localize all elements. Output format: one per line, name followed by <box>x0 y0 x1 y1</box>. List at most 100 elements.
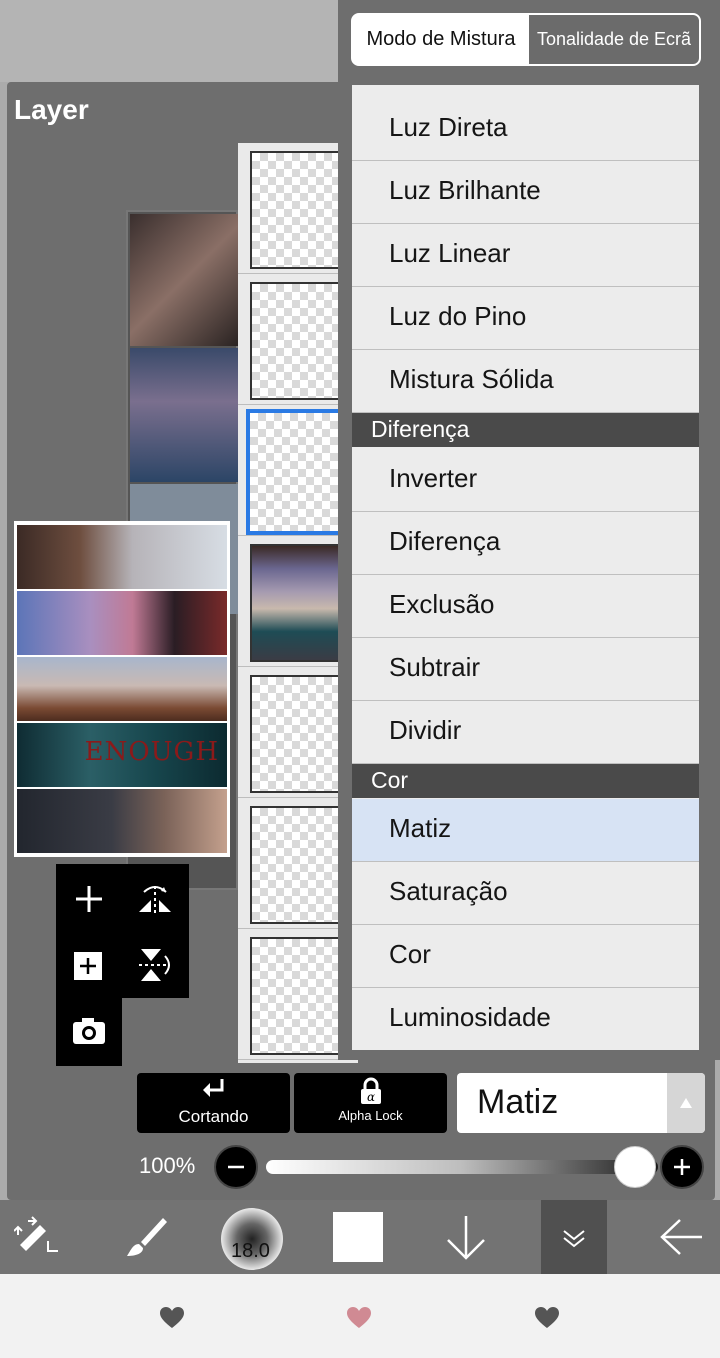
blend-option[interactable]: Saturação <box>352 862 699 925</box>
arrow-down-icon <box>447 1216 485 1260</box>
blend-option-label: Cor <box>389 939 431 969</box>
flip-horizontal-button[interactable] <box>122 866 188 932</box>
opacity-slider-handle[interactable] <box>614 1146 656 1188</box>
dropdown-pointer <box>574 1060 590 1070</box>
back-button[interactable] <box>645 1200 717 1274</box>
blend-option-label: Luz do Pino <box>389 301 527 331</box>
blend-option-label: Diferença <box>389 526 501 556</box>
alpha-lock-icon: α <box>360 1077 381 1104</box>
blend-option-label: Subtrair <box>389 652 481 682</box>
flip-horizontal-icon <box>139 886 171 914</box>
camera-icon <box>73 1018 105 1044</box>
blend-option[interactable]: Inverter <box>352 449 699 512</box>
thumb-band-3 <box>17 657 227 721</box>
plus-icon <box>76 886 102 912</box>
tab-screen-tone[interactable]: Tonalidade de Ecrã <box>529 15 699 64</box>
preview-portrait <box>130 214 238 346</box>
blend-option-label: Luminosidade <box>389 1002 551 1032</box>
layer-panel-toggle-button[interactable] <box>541 1200 607 1274</box>
blend-option[interactable]: Cor <box>352 925 699 988</box>
blend-option[interactable]: Luz Brilhante <box>352 161 699 224</box>
color-swatch-button[interactable] <box>332 1200 384 1274</box>
thumb-band-4: ENOUGH <box>17 723 227 787</box>
blend-option-selected[interactable]: Matiz <box>352 799 699 862</box>
layer-thumbnail <box>250 151 340 269</box>
alpha-lock-label: Alpha Lock <box>338 1108 403 1123</box>
blend-option-label: Exclusão <box>389 589 495 619</box>
blend-option-label: Saturação <box>389 876 508 906</box>
opacity-decrease-button[interactable] <box>214 1145 258 1189</box>
layer-thumbnail <box>246 409 344 535</box>
blend-option[interactable]: Exclusão <box>352 575 699 638</box>
layer-thumbnail <box>250 675 340 793</box>
blend-option[interactable]: Luz Linear <box>352 224 699 287</box>
thumb-band-1 <box>17 525 227 589</box>
plus-icon <box>674 1159 690 1175</box>
blend-option[interactable]: Mistura Sólida <box>352 350 699 413</box>
alpha-lock-button[interactable]: α Alpha Lock <box>294 1073 447 1133</box>
heart-icon[interactable] <box>346 1306 372 1330</box>
layer-thumbnail <box>250 937 340 1055</box>
transform-icon <box>14 1216 58 1252</box>
reference-thumbnail: ENOUGH <box>14 521 230 857</box>
thumb-band-2 <box>17 591 227 655</box>
brush-icon <box>127 1218 167 1256</box>
select-arrow[interactable] <box>667 1073 705 1133</box>
section-header-difference: Diferença <box>352 413 699 447</box>
layer-thumbnail <box>250 806 340 924</box>
blend-option-label: Mistura Sólida <box>389 364 554 394</box>
add-layer-button[interactable] <box>56 866 122 932</box>
section-label: Cor <box>371 767 409 793</box>
clipping-arrow-icon <box>202 1079 223 1097</box>
tab-blend-mode[interactable]: Modo de Mistura <box>353 15 529 64</box>
svg-text:α: α <box>366 1090 374 1104</box>
blend-option[interactable]: Subtrair <box>352 638 699 701</box>
preview-mountain <box>130 348 238 482</box>
camera-button[interactable] <box>56 998 122 1064</box>
blend-option-label: Luz Linear <box>389 238 511 268</box>
flip-vertical-button[interactable] <box>122 932 188 998</box>
merge-down-button[interactable] <box>430 1200 502 1274</box>
layer-thumbnail <box>250 544 340 662</box>
add-layer-icon <box>74 952 102 980</box>
blend-mode-value: Matiz <box>477 1083 559 1121</box>
bottom-toolbar <box>0 1200 720 1274</box>
thumb-overlay-text: ENOUGH <box>84 737 219 767</box>
flip-vertical-icon <box>139 949 170 981</box>
arrow-left-icon <box>660 1219 702 1255</box>
layer-tools <box>56 864 189 1066</box>
heart-icon[interactable] <box>159 1306 185 1330</box>
opacity-increase-button[interactable] <box>660 1145 704 1189</box>
duplicate-layer-button[interactable] <box>56 932 122 998</box>
triangle-up-icon <box>680 1098 692 1108</box>
section-label: Diferença <box>371 416 470 442</box>
brush-size-value: 18.0 <box>231 1240 270 1262</box>
transform-button[interactable] <box>0 1200 76 1274</box>
blend-mode-list[interactable]: Luz Direta Luz Brilhante Luz Linear Luz … <box>352 85 699 1050</box>
double-chevron-down-icon <box>563 1230 585 1248</box>
color-swatch <box>333 1212 383 1262</box>
clipping-button[interactable]: Cortando <box>137 1073 290 1133</box>
system-navbar <box>0 1274 720 1358</box>
blend-option[interactable]: Dividir <box>352 701 699 764</box>
opacity-label: 100% <box>139 1153 196 1178</box>
blend-tabs: Modo de Mistura Tonalidade de Ecrã <box>351 13 701 66</box>
clipping-label: Cortando <box>178 1107 249 1126</box>
brush-size-button[interactable]: 18.0 <box>221 1208 283 1270</box>
layer-thumbnail <box>250 282 340 400</box>
minus-icon <box>228 1165 244 1169</box>
blend-option[interactable]: Luminosidade <box>352 988 699 1050</box>
brush-button[interactable] <box>108 1200 184 1274</box>
blend-option[interactable]: Diferença <box>352 512 699 575</box>
blend-option-label: Luz Brilhante <box>389 175 541 205</box>
blend-option-label: Matiz <box>389 813 452 843</box>
blend-option-label: Dividir <box>389 715 462 745</box>
blend-option-label: Luz Direta <box>389 112 508 142</box>
section-header-color: Cor <box>352 764 699 798</box>
heart-icon[interactable] <box>534 1306 560 1330</box>
blend-option[interactable]: Luz do Pino <box>352 287 699 350</box>
blend-option[interactable]: Luz Direta <box>352 98 699 161</box>
blend-mode-select[interactable]: Matiz <box>457 1073 705 1133</box>
panel-title: Layer <box>14 94 89 125</box>
opacity-slider[interactable] <box>266 1160 658 1174</box>
